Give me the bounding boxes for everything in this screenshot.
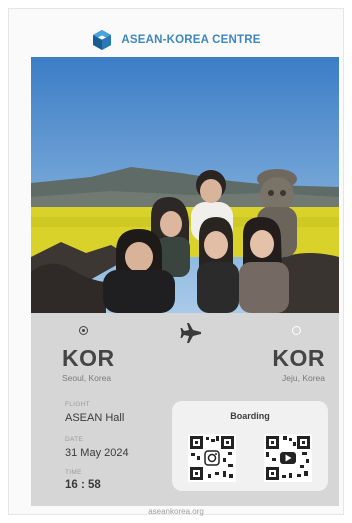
time-value: 16 : 58 <box>65 479 101 491</box>
origin-radio-icon <box>79 326 88 335</box>
airplane-icon <box>180 323 201 343</box>
origin-city: Seoul, Korea <box>62 373 112 383</box>
destination-code: KOR <box>272 345 325 371</box>
boarding-pass-card: ASEAN-KOREA CENTRE KOR KOR Seoul, Korea … <box>8 8 344 516</box>
date-value: 31 May 2024 <box>65 447 129 459</box>
destination-city: Jeju, Korea <box>282 373 325 383</box>
flight-label: FLIGHT <box>65 401 90 408</box>
footer-url[interactable]: aseankorea.org <box>9 507 343 516</box>
boarding-title: Boarding <box>230 411 270 421</box>
ticket-panel: KOR KOR Seoul, Korea Jeju, Korea FLIGHT … <box>31 313 339 506</box>
cube-logo-icon <box>93 30 112 50</box>
time-label: TIME <box>65 469 82 476</box>
qr-code-youtube-icon[interactable] <box>264 434 312 482</box>
boarding-box: Boarding <box>172 401 328 491</box>
qr-code-instagram-icon[interactable] <box>188 434 236 482</box>
flight-value: ASEAN Hall <box>65 412 125 424</box>
organization-name: ASEAN-KOREA CENTRE <box>121 34 261 46</box>
date-label: DATE <box>65 436 84 443</box>
header-logo: ASEAN-KOREA CENTRE <box>9 29 343 51</box>
destination-radio-icon <box>292 326 301 335</box>
origin-code: KOR <box>62 345 115 371</box>
group-photo <box>31 57 339 313</box>
